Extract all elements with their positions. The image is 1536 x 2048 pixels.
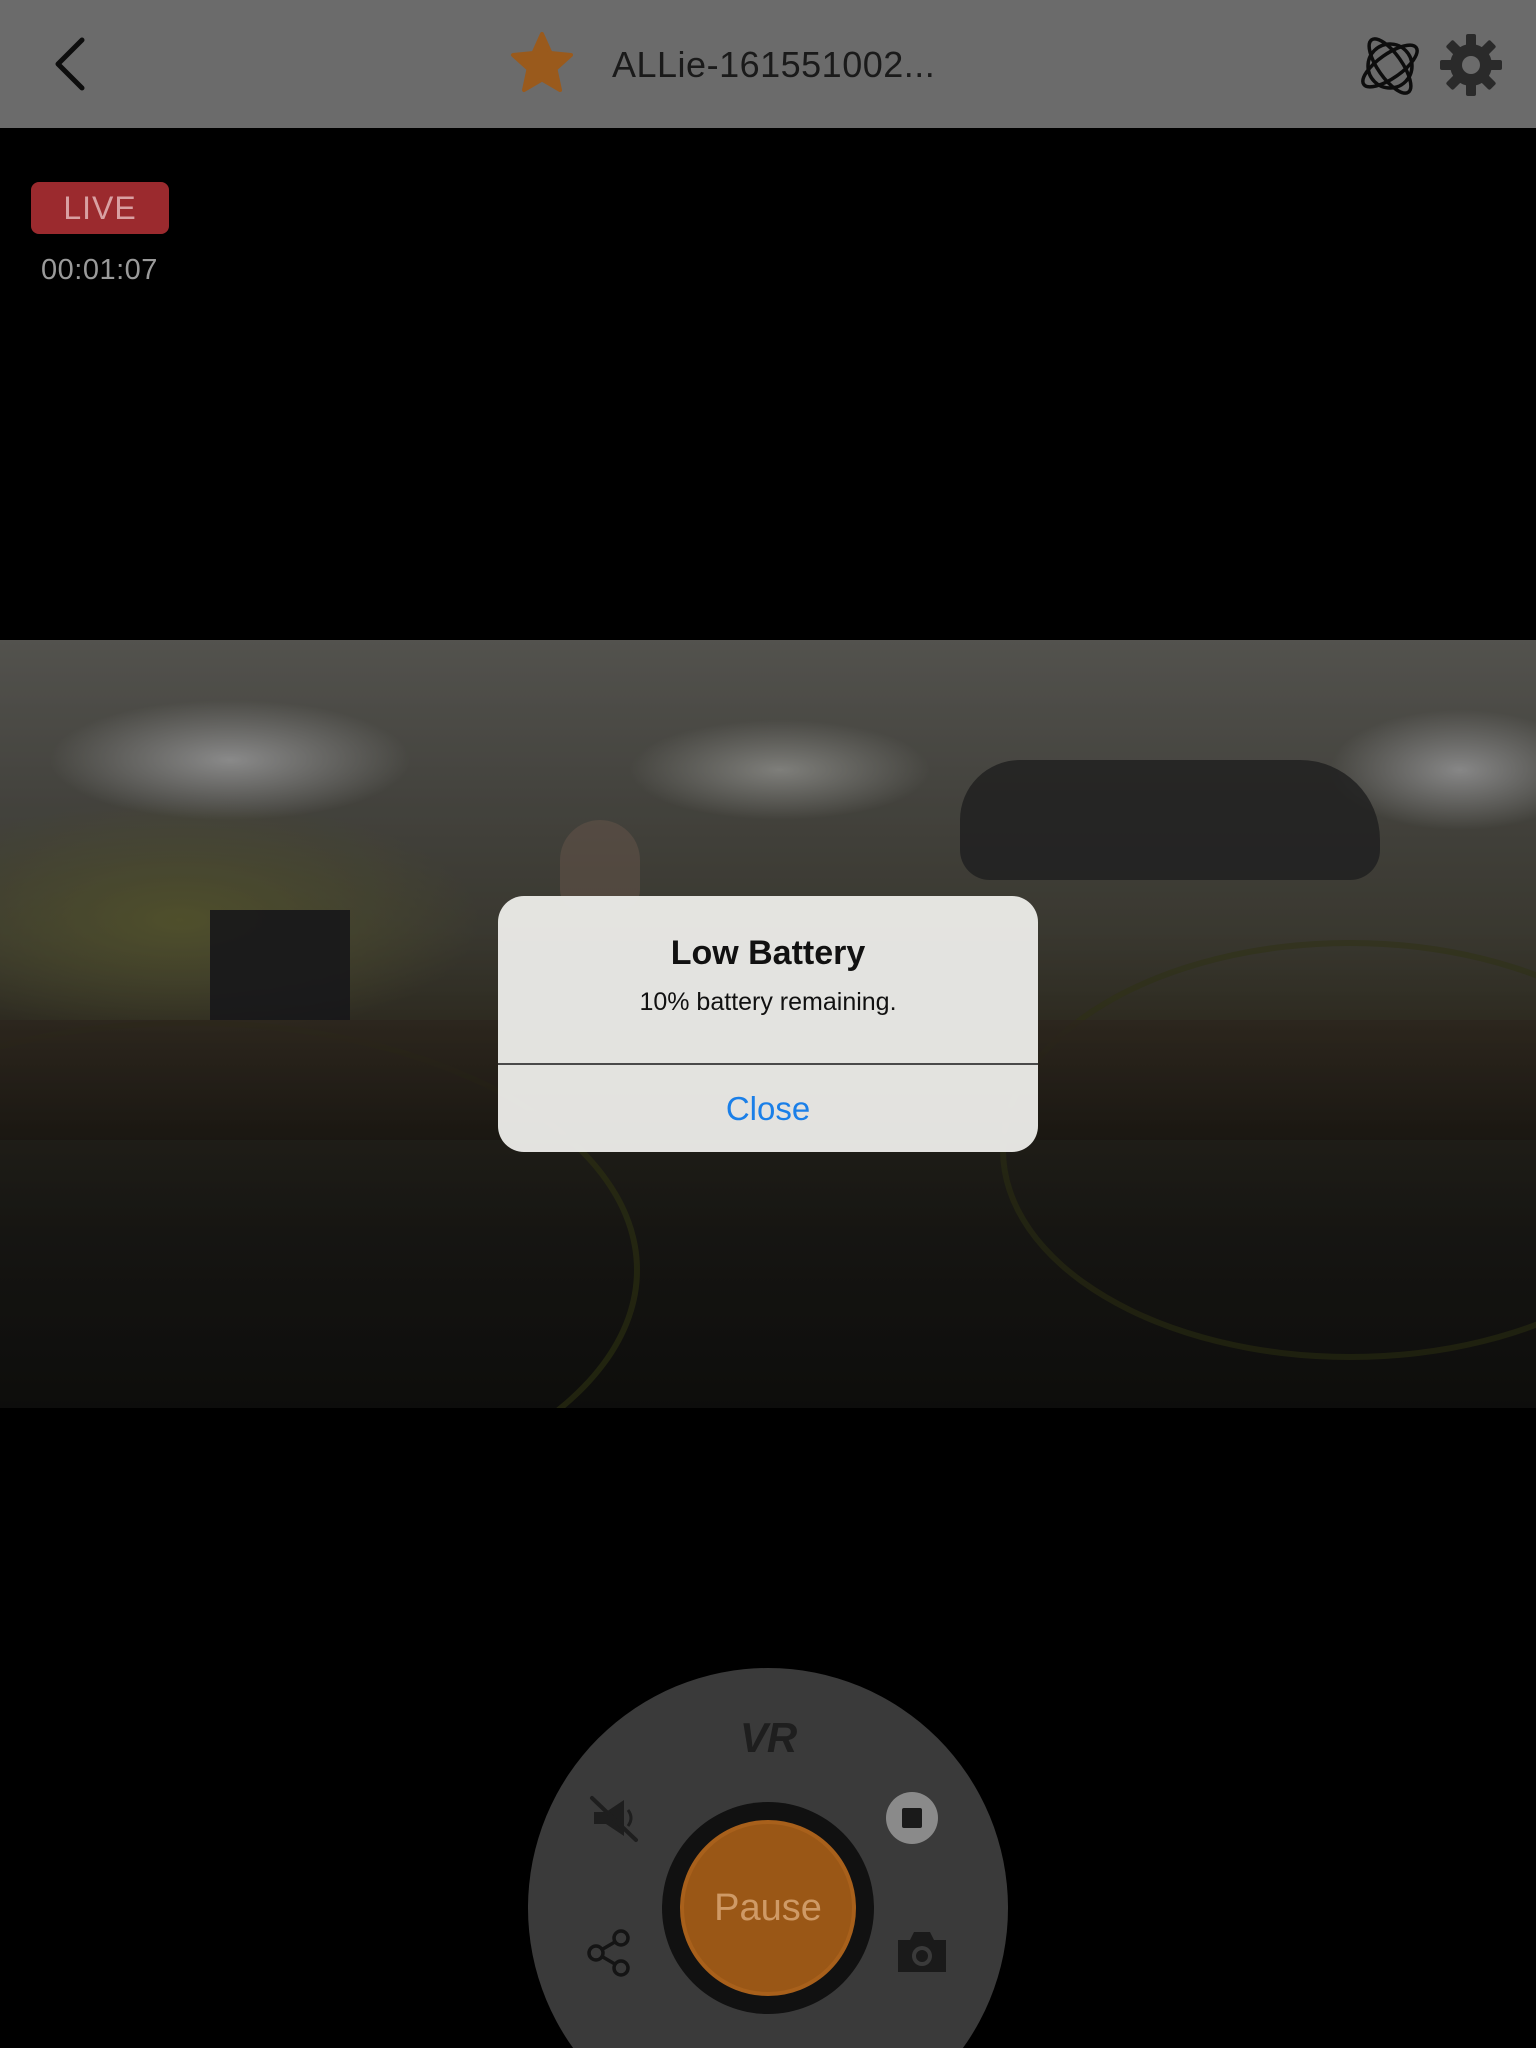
elapsed-time: 00:01:07 — [41, 254, 158, 286]
low-battery-alert: Low Battery 10% battery remaining. Close — [498, 896, 1038, 1152]
camera-icon[interactable] — [894, 1928, 950, 1976]
gear-icon[interactable] — [1438, 32, 1504, 98]
orbit-icon[interactable] — [1354, 30, 1426, 102]
stop-icon — [902, 1808, 922, 1828]
pause-button[interactable]: Pause — [680, 1820, 856, 1996]
share-icon[interactable] — [584, 1928, 634, 1978]
chevron-left-icon — [55, 37, 85, 91]
alert-message: 10% battery remaining. — [639, 988, 897, 1016]
star-icon[interactable] — [508, 30, 576, 98]
alert-title: Low Battery — [670, 934, 866, 972]
close-button[interactable]: Close — [498, 1065, 1038, 1152]
camera-title: ALLie-161551002... — [612, 44, 936, 85]
live-badge: LIVE — [31, 182, 169, 234]
stop-button[interactable] — [886, 1792, 938, 1844]
top-bar: ALLie-161551002... — [0, 0, 1536, 128]
vr-mode-button[interactable]: VR — [738, 1714, 798, 1762]
megaphone-muted-icon[interactable] — [586, 1790, 642, 1846]
back-button[interactable] — [40, 32, 100, 96]
